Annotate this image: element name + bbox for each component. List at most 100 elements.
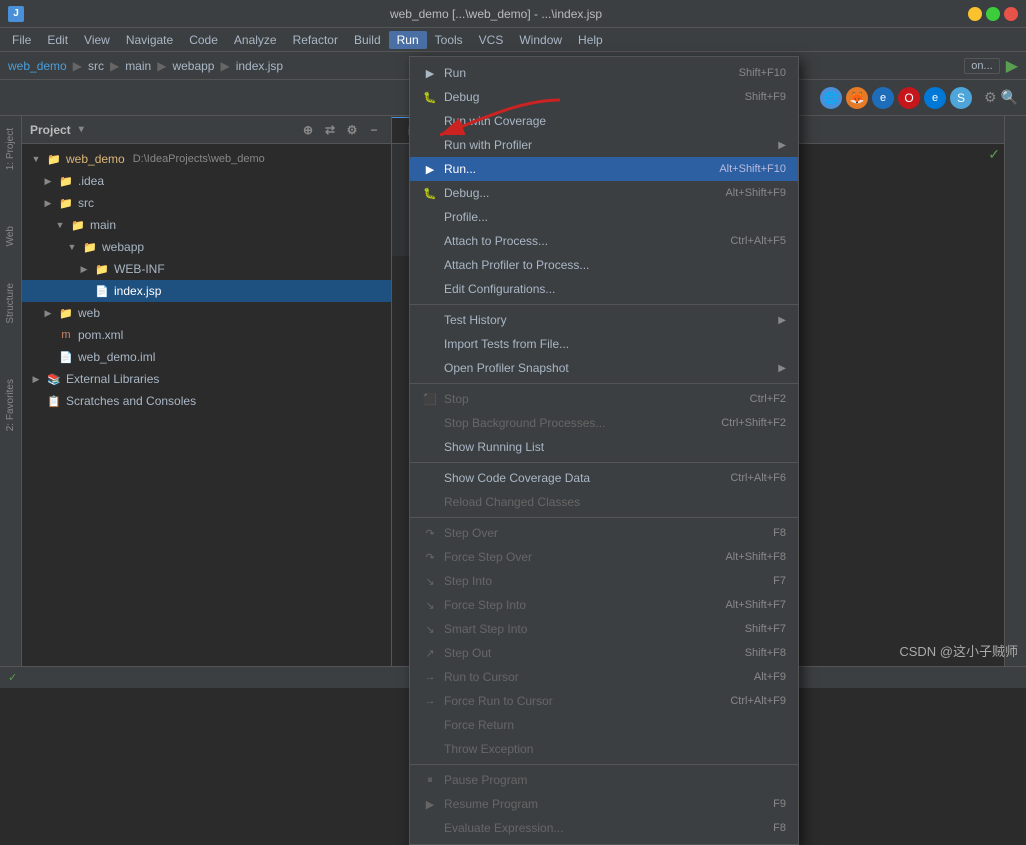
run-menu-item-24: →Run to CursorAlt+F9 — [410, 665, 798, 689]
favorites-panel-label[interactable]: 2: Favorites — [3, 375, 18, 435]
tree-item-webapp[interactable]: ▼ 📁 webapp — [22, 236, 391, 258]
toolbar-search[interactable]: 🔍 — [1001, 89, 1018, 106]
menu-item-icon-12 — [422, 360, 438, 376]
tree-arrow-main: ▼ — [54, 219, 66, 231]
run-button[interactable]: ▶ — [1006, 56, 1018, 76]
breadcrumb-index[interactable]: index.jsp — [236, 59, 283, 73]
menu-item-file[interactable]: File — [4, 31, 39, 49]
menu-item-run[interactable]: Run — [389, 31, 427, 49]
toolbar-settings[interactable]: ⚙ — [984, 89, 997, 106]
menu-item-label-8: Attach Profiler to Process... — [444, 258, 589, 272]
run-menu-item-3[interactable]: Run with Profiler▶ — [410, 133, 798, 157]
run-menu-item-2[interactable]: Run with Coverage — [410, 109, 798, 133]
run-menu-item-12[interactable]: Open Profiler Snapshot▶ — [410, 356, 798, 380]
menu-item-shortcut-29: F9 — [773, 798, 786, 810]
tree-path-root: D:\IdeaProjects\web_demo — [133, 153, 265, 165]
tree-item-src[interactable]: ▶ 📁 src — [22, 192, 391, 214]
tree-arrow-root: ▼ — [30, 153, 42, 165]
menu-item-icon-17 — [422, 494, 438, 510]
project-panel-label[interactable]: 1: Project — [3, 124, 18, 174]
web-panel-label[interactable]: Web — [3, 222, 18, 250]
panel-tool-minimize[interactable]: − — [365, 121, 383, 139]
breadcrumb-webapp[interactable]: webapp — [172, 59, 214, 73]
tree-label-main: main — [90, 218, 116, 232]
menu-item-refactor[interactable]: Refactor — [285, 31, 346, 49]
run-menu-item-1[interactable]: 🐛DebugShift+F9 — [410, 85, 798, 109]
tree-item-webinf[interactable]: ▶ 📁 WEB-INF — [22, 258, 391, 280]
breadcrumb-web-demo[interactable]: web_demo — [8, 59, 67, 73]
run-menu-item-11[interactable]: Import Tests from File... — [410, 332, 798, 356]
menu-item-navigate[interactable]: Navigate — [118, 31, 181, 49]
menu-separator-27 — [410, 764, 798, 765]
tree-arrow-webinf: ▶ — [78, 263, 90, 275]
menu-item-window[interactable]: Window — [511, 31, 570, 49]
tree-item-index-jsp[interactable]: 📄 index.jsp — [22, 280, 391, 302]
tree-item-root[interactable]: ▼ 📁 web_demo D:\IdeaProjects\web_demo — [22, 148, 391, 170]
toolbar-browser-opera[interactable]: O — [898, 87, 920, 109]
run-menu-item-15[interactable]: Show Running List — [410, 435, 798, 459]
tree-item-idea[interactable]: ▶ 📁 .idea — [22, 170, 391, 192]
tree-icon-webapp: 📁 — [82, 239, 98, 255]
watermark-text: CSDN @这小子贼师 — [899, 644, 1018, 659]
tree-arrow-pom — [42, 329, 54, 341]
toolbar-browser-safari[interactable]: S — [950, 87, 972, 109]
tree-item-iml[interactable]: 📄 web_demo.iml — [22, 346, 391, 368]
menu-item-edit[interactable]: Edit — [39, 31, 76, 49]
menu-item-icon-22: ↘ — [422, 621, 438, 637]
menu-item-label-25: Force Run to Cursor — [444, 694, 553, 708]
menu-item-code[interactable]: Code — [181, 31, 226, 49]
tree-label-webapp: webapp — [102, 240, 144, 254]
run-menu-item-5[interactable]: 🐛Debug...Alt+Shift+F9 — [410, 181, 798, 205]
menu-item-tools[interactable]: Tools — [427, 31, 471, 49]
tree-icon-main: 📁 — [70, 217, 86, 233]
run-menu-item-4[interactable]: ▶Run...Alt+Shift+F10 — [410, 157, 798, 181]
panel-tool-sync[interactable]: ⇄ — [321, 121, 339, 139]
panel-tool-new[interactable]: ⊕ — [299, 121, 317, 139]
menu-item-icon-19: ↷ — [422, 549, 438, 565]
panel-tool-settings[interactable]: ⚙ — [343, 121, 361, 139]
run-config-dropdown[interactable]: on... — [964, 58, 999, 74]
run-menu-item-8[interactable]: Attach Profiler to Process... — [410, 253, 798, 277]
menu-item-icon-28: ⏸ — [422, 772, 438, 788]
tree-item-ext-lib[interactable]: ▶ 📚 External Libraries — [22, 368, 391, 390]
tree-label-pom: pom.xml — [78, 328, 123, 342]
menu-item-help[interactable]: Help — [570, 31, 611, 49]
breadcrumb-sep2: ▶ — [110, 59, 119, 73]
menu-item-view[interactable]: View — [76, 31, 118, 49]
run-menu-item-0[interactable]: ▶RunShift+F10 — [410, 61, 798, 85]
menu-item-icon-18: ↷ — [422, 525, 438, 541]
run-menu-item-10[interactable]: Test History▶ — [410, 308, 798, 332]
menu-separator-9 — [410, 304, 798, 305]
menu-item-label-16: Show Code Coverage Data — [444, 471, 590, 485]
breadcrumb-main[interactable]: main — [125, 59, 151, 73]
run-menu-item-23: ↗Step OutShift+F8 — [410, 641, 798, 665]
run-menu-item-9[interactable]: Edit Configurations... — [410, 277, 798, 301]
toolbar-browser-chrome[interactable]: 🌐 — [820, 87, 842, 109]
run-menu-item-7[interactable]: Attach to Process...Ctrl+Alt+F5 — [410, 229, 798, 253]
menu-item-label-19: Force Step Over — [444, 550, 532, 564]
project-panel-title: Project — [30, 123, 71, 137]
panel-dropdown-arrow[interactable]: ▾ — [79, 124, 84, 135]
run-menu-item-16[interactable]: Show Code Coverage DataCtrl+Alt+F6 — [410, 466, 798, 490]
tree-item-pom[interactable]: m pom.xml — [22, 324, 391, 346]
tree-item-scratches[interactable]: 📋 Scratches and Consoles — [22, 390, 391, 412]
toolbar-browser-edge[interactable]: e — [872, 87, 894, 109]
run-menu-item-6[interactable]: Profile... — [410, 205, 798, 229]
close-button[interactable] — [1004, 7, 1018, 21]
menu-item-analyze[interactable]: Analyze — [226, 31, 285, 49]
tree-item-web[interactable]: ▶ 📁 web — [22, 302, 391, 324]
maximize-button[interactable] — [986, 7, 1000, 21]
minimize-button[interactable] — [968, 7, 982, 21]
menu-item-build[interactable]: Build — [346, 31, 389, 49]
menu-item-icon-1: 🐛 — [422, 89, 438, 105]
toolbar-browser-firefox[interactable]: 🦊 — [846, 87, 868, 109]
structure-panel-label[interactable]: Structure — [3, 279, 18, 328]
menu-item-label-7: Attach to Process... — [444, 234, 548, 248]
menu-item-vcs[interactable]: VCS — [471, 31, 512, 49]
toolbar-browser-ie[interactable]: e — [924, 87, 946, 109]
tree-item-main[interactable]: ▼ 📁 main — [22, 214, 391, 236]
run-menu-item-20: ↘Step IntoF7 — [410, 569, 798, 593]
tree-icon-src: 📁 — [58, 195, 74, 211]
breadcrumb-src[interactable]: src — [88, 59, 104, 73]
menu-item-label-13: Stop — [444, 392, 469, 406]
